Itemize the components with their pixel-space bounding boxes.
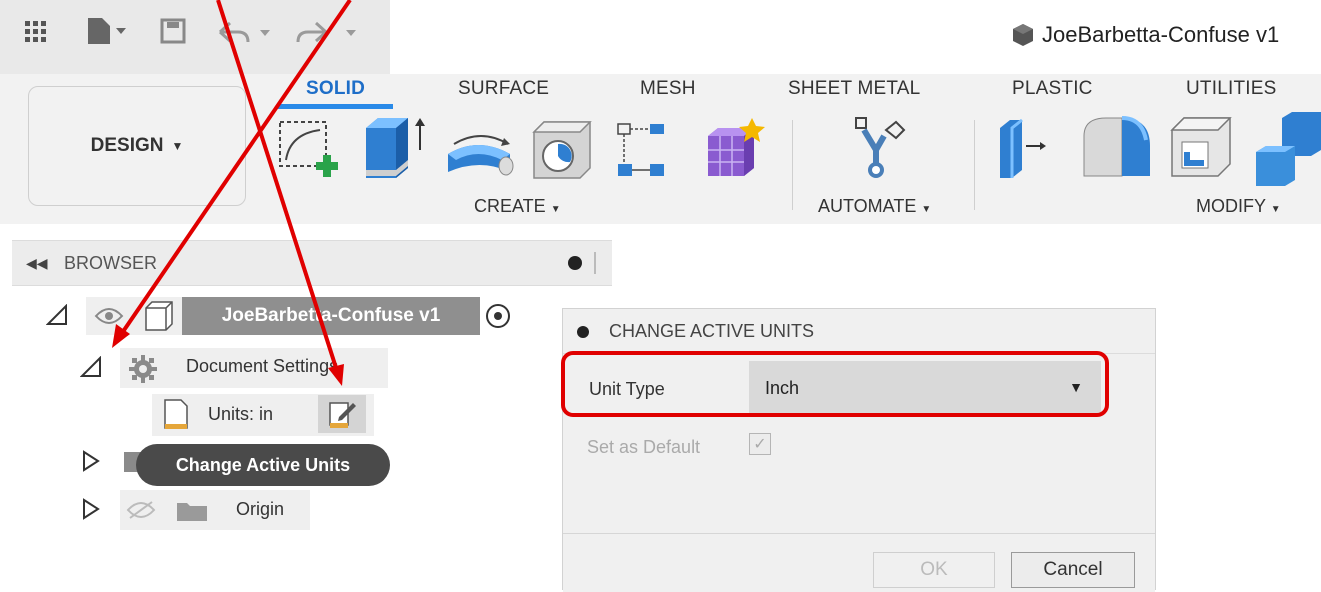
file-icon[interactable] (86, 16, 130, 46)
shell-icon[interactable] (1168, 114, 1234, 184)
tree-collapsed-icon[interactable] (82, 450, 100, 472)
workspace-switcher[interactable]: DESIGN ▼ (28, 86, 246, 206)
create-menu-label: CREATE (474, 196, 546, 216)
automate-menu-label: AUTOMATE (818, 196, 917, 216)
ribbon-divider (974, 120, 975, 210)
component-icon (145, 301, 173, 331)
extrude-icon[interactable] (362, 112, 432, 184)
visibility-hidden-icon[interactable] (126, 500, 156, 520)
workspace-label: DESIGN (90, 135, 164, 156)
tree-root-label: JoeBarbetta-Confuse v1 (182, 297, 480, 335)
hole-icon[interactable] (530, 118, 594, 182)
folder-icon (177, 503, 207, 521)
chevron-down-icon: ▼ (921, 204, 932, 215)
chevron-down-icon: ▼ (171, 139, 184, 153)
set-default-checkbox[interactable]: ✓ (749, 433, 771, 455)
app-grid-icon[interactable] (24, 20, 48, 44)
activate-component-radio[interactable] (486, 304, 510, 328)
gear-icon (129, 355, 157, 383)
active-tab-indicator (278, 104, 393, 109)
revolve-icon[interactable] (444, 120, 518, 182)
dialog-header[interactable]: CHANGE ACTIVE UNITS (563, 309, 1155, 354)
set-default-label: Set as Default (587, 437, 701, 457)
tab-sheet-metal[interactable]: SHEET METAL (788, 78, 920, 100)
annotation-highlight-box (561, 351, 1109, 417)
tree-expand-icon[interactable] (80, 356, 102, 378)
tab-solid[interactable]: SOLID (306, 78, 365, 100)
document-tab[interactable]: JoeBarbetta-Confuse v1 (1010, 22, 1279, 48)
pattern-icon[interactable] (612, 120, 684, 182)
redo-icon[interactable] (292, 18, 366, 46)
create-form-icon[interactable] (700, 114, 770, 184)
ribbon-divider (792, 120, 793, 210)
chevron-down-icon: ▼ (1270, 204, 1281, 215)
automate-icon[interactable] (846, 112, 912, 186)
tooltip: Change Active Units (136, 444, 390, 486)
create-sketch-icon[interactable] (276, 118, 340, 184)
modify-menu[interactable]: MODIFY ▼ (1196, 196, 1281, 217)
document-cube-icon (1013, 24, 1033, 46)
dialog-collapse-icon[interactable] (577, 326, 589, 338)
origin-label: Origin (236, 499, 285, 519)
chevron-down-icon: ▼ (550, 204, 561, 215)
tab-plastic[interactable]: PLASTIC (1012, 78, 1093, 100)
dialog-title: CHANGE ACTIVE UNITS (609, 321, 815, 341)
browser-pin-icon[interactable] (568, 256, 582, 270)
press-pull-icon[interactable] (996, 116, 1062, 186)
browser-title: BROWSER (64, 252, 158, 273)
ok-button[interactable]: OK (873, 552, 995, 588)
edit-units-icon (329, 402, 356, 428)
create-menu[interactable]: CREATE ▼ (474, 196, 561, 217)
visibility-eye-icon[interactable] (94, 306, 124, 326)
document-title: JoeBarbetta-Confuse v1 (1042, 22, 1280, 47)
combine-icon[interactable] (1252, 112, 1321, 188)
quick-access-toolbar (0, 0, 390, 74)
units-document-icon (164, 399, 188, 429)
document-settings-label: Document Settings (186, 356, 339, 376)
browser-resize-handle[interactable] (594, 252, 596, 274)
tree-expand-icon[interactable] (46, 304, 68, 326)
units-label: Units: in (208, 404, 274, 424)
top-bar: JoeBarbetta-Confuse v1 (0, 0, 1321, 74)
tab-surface[interactable]: SURFACE (458, 78, 549, 100)
tree-collapsed-icon[interactable] (82, 498, 100, 520)
automate-menu[interactable]: AUTOMATE ▼ (818, 196, 931, 217)
undo-icon[interactable] (214, 18, 278, 46)
change-active-units-dialog: CHANGE ACTIVE UNITS Unit Type Inch ▼ Set… (561, 308, 1156, 592)
collapse-panel-icon[interactable]: ◀◀ (26, 255, 48, 272)
save-icon[interactable] (160, 18, 186, 44)
tab-utilities[interactable]: UTILITIES (1186, 78, 1276, 100)
browser-header: ◀◀ BROWSER (12, 240, 612, 286)
fillet-icon[interactable] (1080, 114, 1154, 186)
modify-menu-label: MODIFY (1196, 196, 1266, 216)
dialog-footer: OK Cancel (563, 533, 1155, 592)
cancel-button[interactable]: Cancel (1011, 552, 1135, 588)
change-units-button[interactable] (318, 395, 366, 433)
tab-mesh[interactable]: MESH (640, 78, 696, 100)
